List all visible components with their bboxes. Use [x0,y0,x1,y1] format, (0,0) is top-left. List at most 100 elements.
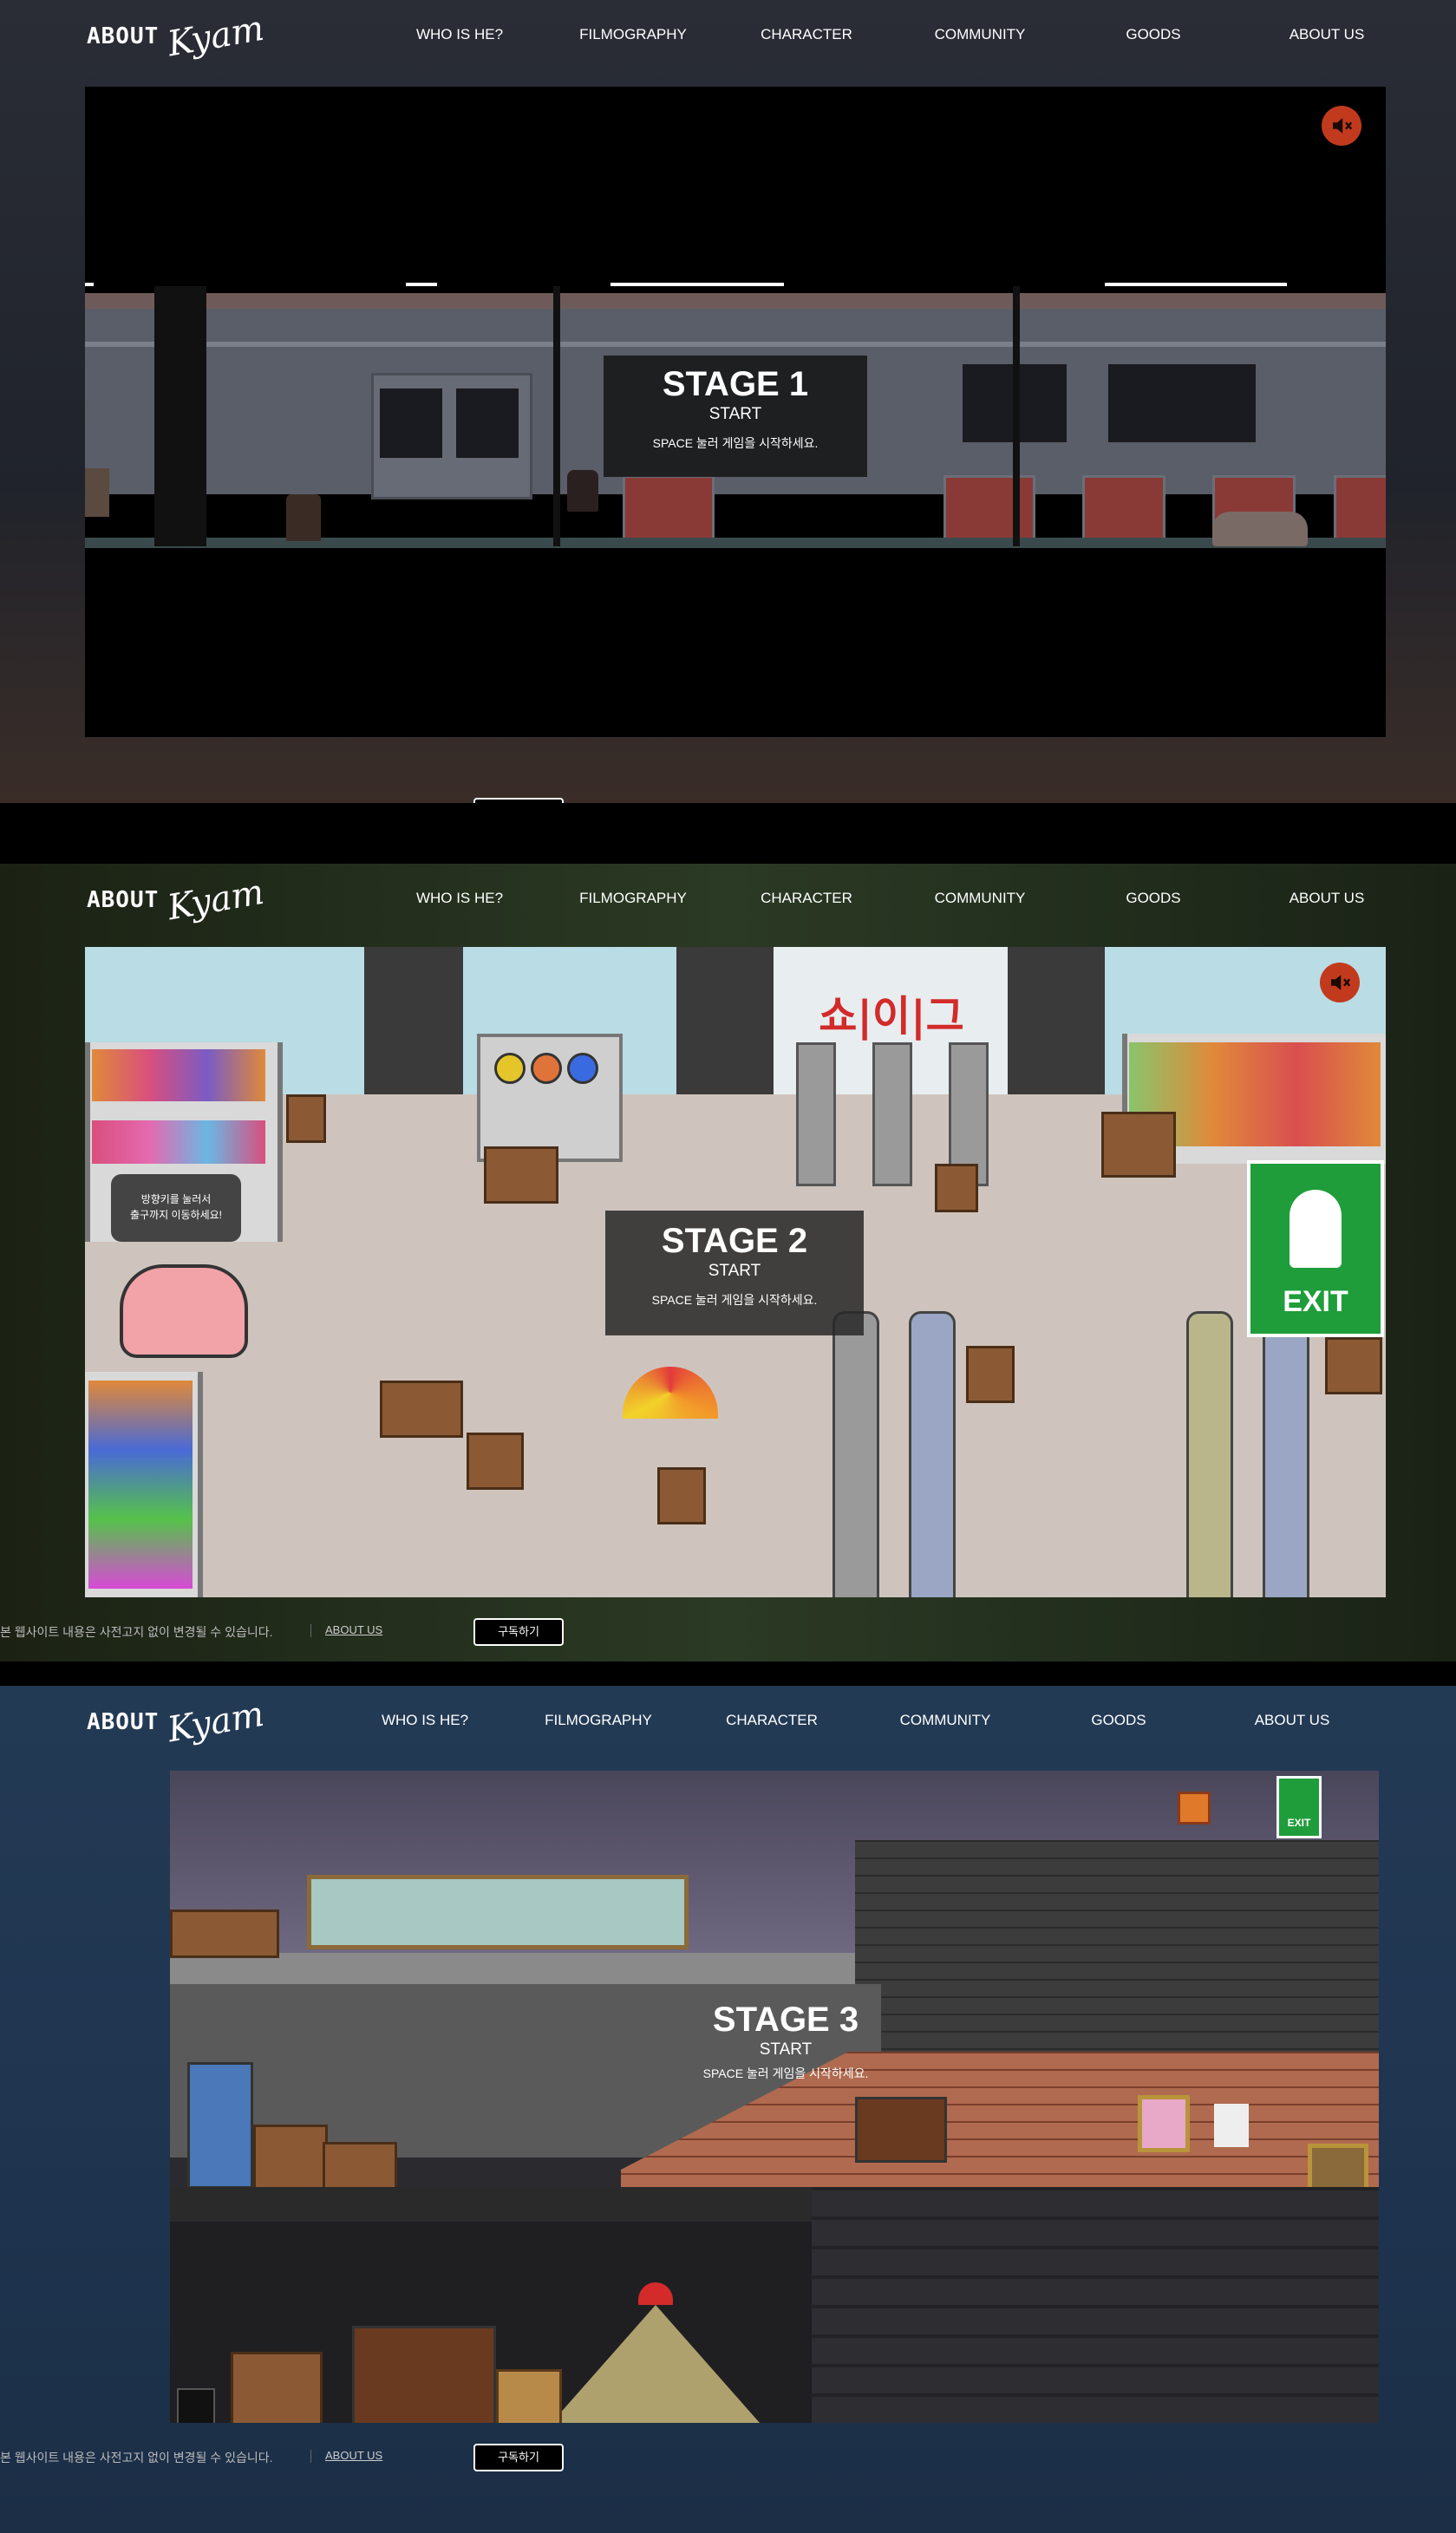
game-canvas-stage-1[interactable]: STAGE 1 START SPACE 눌러 게임을 시작하세요. [85,87,1386,737]
train-seat [943,475,1035,541]
footer: 본 웹사이트 내용은 사전고지 없이 변경될 수 있습니다. ABOUT US … [0,2442,1456,2473]
logo-signature: Kyam [165,872,268,929]
drink-cooler [1263,1311,1309,1597]
cardboard-box [467,1433,524,1490]
cardboard-box [231,2352,323,2423]
bookshelf [855,2097,947,2163]
pig-character [120,1264,248,1358]
nav-filmography[interactable]: FILMOGRAPHY [512,1712,685,1729]
subscribe-button[interactable]: 구독하기 [473,2444,564,2471]
stage-title: STAGE 3 [712,2001,859,2039]
nav-community[interactable]: COMMUNITY [893,890,1067,907]
sound-toggle-button[interactable] [1322,106,1361,146]
game-canvas-stage-3[interactable]: EXIT STAGE 3 START SPACE 눌러 게임을 시작하세요. [170,1771,1379,2423]
nav-goods[interactable]: GOODS [1067,890,1240,907]
site-logo[interactable]: ABOUT Kyam [87,1694,267,1751]
train-window [1108,364,1256,442]
gauge-icon [567,1053,598,1084]
drink-cooler [832,1311,879,1597]
nav-community[interactable]: COMMUNITY [893,26,1067,43]
top-nav: ABOUT Kyam WHO IS HE? FILMOGRAPHY CHARAC… [0,864,1456,938]
turnstile [872,1042,912,1186]
nav-character[interactable]: CHARACTER [720,890,893,907]
wall-pillar [676,947,774,1094]
cardboard-box [253,2125,328,2190]
main-menu: WHO IS HE? FILMOGRAPHY CHARACTER COMMUNI… [338,1712,1379,1729]
nav-character[interactable]: CHARACTER [720,26,893,43]
npc-passenger [1212,512,1308,546]
logo-text: ABOUT [87,887,160,913]
exit-label: EXIT [1287,1817,1311,1829]
footer-divider [310,2450,311,2463]
cardboard-box [1325,1337,1382,1394]
footer-about-link[interactable]: ABOUT US [325,1623,382,1636]
stage-hint: SPACE 눌러 게임을 시작하세요. [651,1293,818,1307]
train-seat [623,475,715,541]
exit-label: EXIT [1283,1285,1348,1318]
site-logo[interactable]: ABOUT Kyam [87,872,267,929]
cardboard-box [170,1910,279,1958]
stage-start-label: START [759,2040,813,2059]
turnstile [796,1042,836,1186]
cardboard-box [380,1381,463,1438]
speaker-muted-icon [1333,118,1353,134]
nav-about-us[interactable]: ABOUT US [1205,1712,1379,1729]
train-window [380,388,442,458]
shelf-products [88,1381,193,1589]
footer-about-link[interactable]: ABOUT US [325,2449,382,2462]
stage-1-section: ABOUT Kyam WHO IS HE? FILMOGRAPHY CHARAC… [0,0,1456,803]
gauge-icon [494,1053,526,1084]
cardboard-box [657,1467,706,1524]
shelf-products [92,1120,265,1164]
footer-divider [310,1624,311,1637]
top-nav: ABOUT Kyam WHO IS HE? FILMOGRAPHY CHARAC… [0,1686,1456,1760]
footer: 본 웹사이트 내용은 사전고지 없이 변경될 수 있습니다. ABOUT US … [0,796,1456,803]
section-divider [0,803,1456,864]
stage-hint: SPACE 눌러 게임을 시작하세요. [702,2066,869,2080]
cardboard-box [1101,1112,1176,1178]
top-nav: ABOUT Kyam WHO IS HE? FILMOGRAPHY CHARAC… [0,0,1456,75]
logo-signature: Kyam [165,1694,268,1751]
stage-start-label: START [708,1262,761,1280]
train-window [456,388,519,458]
exit-sign: EXIT [1247,1160,1384,1337]
game-canvas-stage-2[interactable]: 쇼|이|그 EXIT 방향키를 눌러서 출구까지 이동하세요! STAGE 2 … [85,947,1386,1597]
train-roof-stripe [85,293,1386,309]
nav-who-is-he[interactable]: WHO IS HE? [373,890,546,907]
cardboard-box [935,1164,978,1212]
logo-text: ABOUT [87,23,160,49]
cardboard-box [323,2142,397,2190]
npc-passenger [567,470,598,512]
nav-goods[interactable]: GOODS [1067,26,1240,43]
nav-character[interactable]: CHARACTER [685,1712,859,1729]
stage-start-card: STAGE 3 START SPACE 눌러 게임을 시작하세요. [656,2000,916,2104]
ceiling-light [406,283,437,286]
nav-filmography[interactable]: FILMOGRAPHY [546,890,720,907]
dark-staircase [812,2187,1379,2423]
nav-who-is-he[interactable]: WHO IS HE? [373,26,546,43]
npc-passenger [85,468,109,517]
footer-notice: 본 웹사이트 내용은 사전고지 없이 변경될 수 있습니다. [0,1625,273,1639]
running-man-icon [1290,1190,1342,1268]
nav-goods[interactable]: GOODS [1032,1712,1205,1729]
nav-filmography[interactable]: FILMOGRAPHY [546,26,720,43]
umbrella [623,1367,718,1419]
nav-community[interactable]: COMMUNITY [859,1712,1032,1729]
site-logo[interactable]: ABOUT Kyam [87,9,267,65]
ceiling-light [85,283,94,286]
exit-sign: EXIT [1276,1776,1322,1838]
subscribe-button[interactable]: 구독하기 [473,1618,564,1646]
stage-start-card: STAGE 1 START SPACE 눌러 게임을 시작하세요. [604,356,867,477]
main-menu: WHO IS HE? FILMOGRAPHY CHARACTER COMMUNI… [373,26,1414,43]
stage-title: STAGE 1 [662,365,809,403]
store-sign: 쇼|이|그 [819,992,964,1041]
sound-toggle-button[interactable] [1320,963,1360,1002]
alarm-light [1178,1792,1211,1825]
basement-floor-divider [170,2187,829,2222]
train-body-stripe [85,342,1386,347]
nav-about-us[interactable]: ABOUT US [1240,890,1414,907]
cardboard-box [966,1346,1015,1403]
nav-who-is-he[interactable]: WHO IS HE? [338,1712,512,1729]
filing-cabinet [496,2369,562,2423]
nav-about-us[interactable]: ABOUT US [1240,26,1414,43]
